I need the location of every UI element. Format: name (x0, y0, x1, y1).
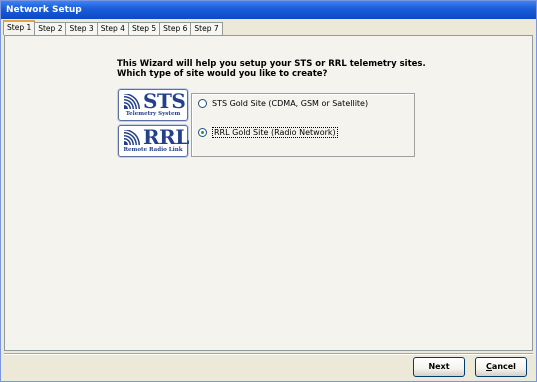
radio-waves-icon (124, 94, 140, 109)
rrl-option-label[interactable]: RRL Gold Site (Radio Network) (212, 126, 338, 138)
tab-step-6[interactable]: Step 6 (159, 22, 192, 35)
sts-radio[interactable] (198, 98, 207, 108)
cancel-button[interactable]: Cancel (475, 357, 527, 377)
sts-logo-subtitle: Telemetry System (125, 111, 181, 117)
step-tabs: Step 1 Step 2 Step 3 Step 4 Step 5 Step … (3, 20, 223, 35)
network-setup-window: Network Setup Step 1 Step 2 Step 3 Step … (0, 0, 537, 382)
tab-step-3[interactable]: Step 3 (65, 22, 98, 35)
tab-step-5[interactable]: Step 5 (127, 22, 161, 35)
wizard-intro: This Wizard will help you setup your STS… (117, 59, 426, 79)
rrl-option[interactable]: RRL Gold Site (Radio Network) (198, 126, 338, 138)
intro-line-2: Which type of site would you like to cre… (117, 69, 328, 79)
tab-step-2[interactable]: Step 2 (34, 22, 67, 35)
sts-option-label[interactable]: STS Gold Site (CDMA, GSM or Satellite) (212, 99, 368, 108)
sts-logo-text: STS (143, 89, 186, 113)
rrl-logo-text: RRL (143, 125, 189, 149)
sts-option[interactable]: STS Gold Site (CDMA, GSM or Satellite) (198, 97, 368, 109)
intro-line-1: This Wizard will help you setup your STS… (117, 59, 426, 69)
rrl-logo: RRL Remote Radio Link (118, 125, 189, 157)
next-button[interactable]: Next (413, 357, 465, 377)
tab-step-1[interactable]: Step 1 (3, 20, 36, 35)
sts-logo: STS Telemetry System (118, 89, 188, 121)
step-1-panel (4, 35, 533, 351)
tab-step-4[interactable]: Step 4 (96, 22, 129, 35)
tab-step-7[interactable]: Step 7 (190, 22, 223, 35)
rrl-radio[interactable] (198, 127, 207, 137)
cancel-label-rest: ancel (491, 362, 516, 371)
bottom-separator (4, 353, 533, 355)
radio-waves-icon (124, 130, 140, 145)
window-title: Network Setup (1, 1, 536, 19)
rrl-logo-subtitle: Remote Radio Link (123, 147, 183, 153)
